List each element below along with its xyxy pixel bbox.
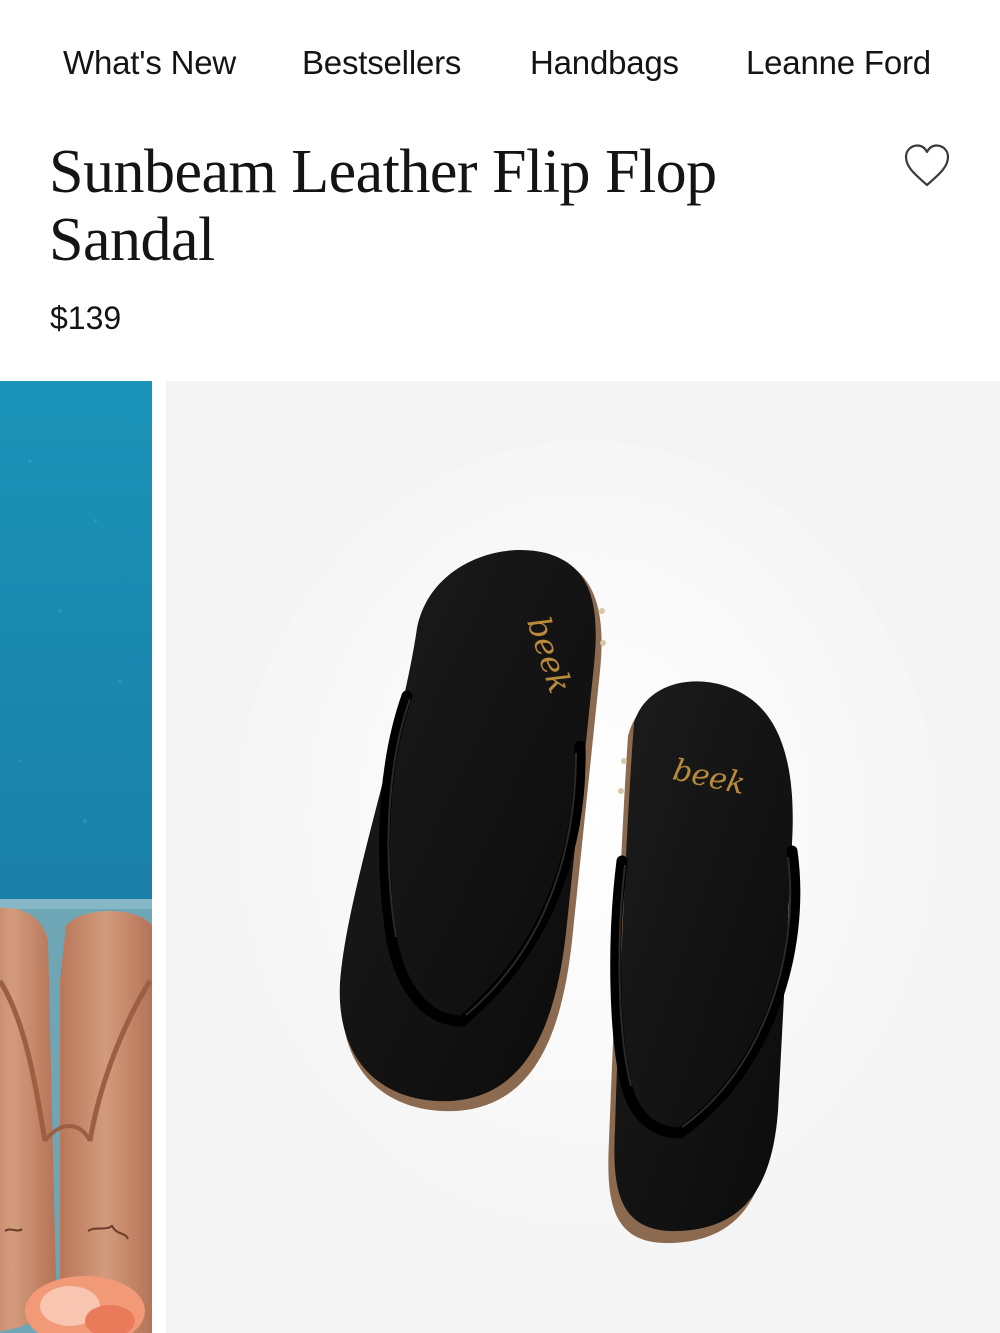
product-photo: beek beek (166, 381, 1000, 1333)
right-sandal: beek (608, 681, 801, 1244)
gallery-thumbnail-lifestyle[interactable] (0, 381, 152, 1333)
nav-item-handbags[interactable]: Handbags (530, 40, 679, 86)
product-title: Sunbeam Leather Flip Flop Sandal (49, 138, 717, 274)
product-price: $139 (50, 300, 122, 336)
add-to-wishlist-button[interactable] (903, 143, 951, 189)
gallery-main-image[interactable]: beek beek (166, 381, 1000, 1333)
nav-item-bestsellers[interactable]: Bestsellers (302, 40, 461, 86)
product-gallery: beek beek (0, 381, 1000, 1333)
nav-item-whats-new[interactable]: What's New (63, 40, 236, 86)
heart-outline-icon (904, 144, 950, 187)
nav-item-leanne-ford[interactable]: Leanne Ford (746, 40, 931, 86)
top-navigation: What's New Bestsellers Handbags Leanne F… (0, 40, 1000, 86)
lifestyle-photo (0, 381, 152, 1333)
